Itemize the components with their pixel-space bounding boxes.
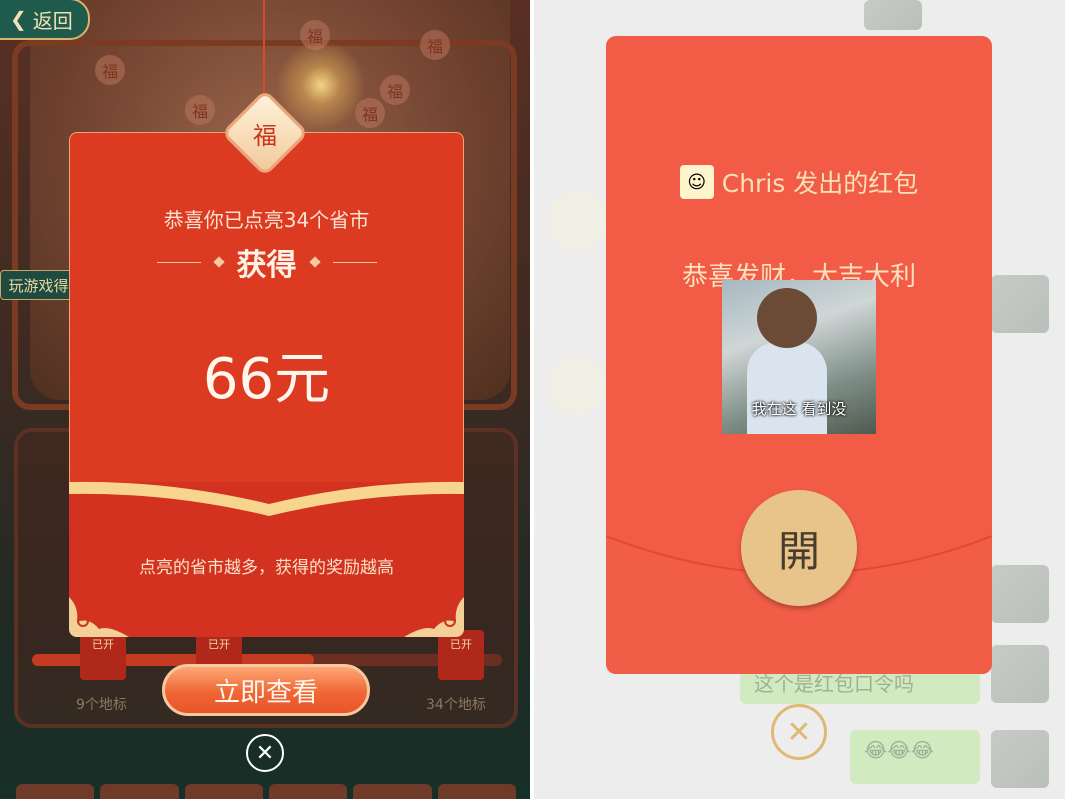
view-now-button[interactable]: 立即查看	[162, 664, 370, 716]
chat-avatar	[991, 565, 1049, 623]
reward-hint: 点亮的省市越多，获得的奖励越高	[139, 558, 394, 578]
chat-avatar	[864, 0, 922, 30]
chat-avatar	[548, 356, 606, 414]
bottom-tab[interactable]	[100, 784, 179, 799]
red-packet-card: ☺ Chris 发出的红包 恭喜发财，大吉大利 我在这 看到没 開	[606, 36, 992, 674]
bottom-tab[interactable]	[268, 784, 348, 799]
ornament-diamond-icon	[308, 256, 321, 268]
map-fu-marker: 福	[95, 55, 125, 85]
right-screen: 这个是红包口令吗 😂😂😂 ☺ Chris 发出的红包 恭喜发财，大吉大利 我在这…	[534, 0, 1065, 799]
chevron-left-icon: ❮	[10, 7, 27, 31]
chat-avatar	[991, 730, 1049, 788]
chat-avatar	[991, 645, 1049, 703]
city-card[interactable]: 已开	[438, 630, 484, 680]
hanging-string	[263, 0, 265, 100]
reward-amount: 66元	[202, 347, 331, 412]
close-icon[interactable]: ✕	[771, 704, 827, 760]
ornament-line	[332, 261, 377, 263]
congrats-text: 恭喜你已点亮34个省市	[163, 208, 370, 232]
sender-row: ☺ Chris 发出的红包	[606, 164, 992, 200]
ornament-diamond-icon	[212, 256, 225, 268]
earned-label: 获得	[236, 248, 297, 283]
bottom-tab[interactable]	[184, 784, 263, 799]
ornament-line	[156, 261, 201, 263]
back-button[interactable]: ❮ 返回	[0, 0, 90, 40]
map-fu-marker: 福	[380, 75, 410, 105]
photo-caption: 我在这 看到没	[751, 400, 847, 418]
play-game-tag[interactable]: 玩游戏得	[0, 270, 77, 300]
child-body	[747, 342, 827, 434]
packet-cover-image: 我在这 看到没	[722, 280, 876, 434]
landmark-count: 34个地标	[426, 697, 486, 713]
fu-badge-char: 福	[253, 121, 277, 150]
map-fu-marker: 福	[185, 95, 215, 125]
open-button[interactable]: 開	[741, 490, 857, 606]
sender-text: Chris 发出的红包	[721, 169, 919, 198]
landmark-count: 9个地标	[76, 697, 127, 713]
corner-ornament-icon	[404, 597, 464, 637]
chat-avatar	[991, 275, 1049, 333]
left-screen: 福 福 福 福 福 福 ❮ 返回 玩游戏得 已开 已开 已开 9个地标 34个地…	[0, 0, 530, 799]
city-card[interactable]: 已开	[80, 630, 126, 680]
earned-heading: 获得	[69, 240, 464, 284]
chat-avatar	[548, 192, 606, 250]
bottom-tab[interactable]	[353, 784, 432, 799]
corner-ornament-icon	[69, 597, 129, 637]
close-icon[interactable]: ✕	[246, 734, 284, 772]
bottom-tab[interactable]	[16, 784, 95, 799]
map-fu-marker: 福	[420, 30, 450, 60]
bottom-tab[interactable]	[437, 784, 516, 799]
envelope-gold-curve	[69, 481, 464, 516]
back-label: 返回	[32, 8, 73, 33]
chat-bubble: 😂😂😂	[850, 730, 980, 784]
bottom-tab-strip	[16, 784, 516, 799]
sender-avatar: ☺	[679, 165, 714, 199]
child-head	[757, 288, 817, 348]
